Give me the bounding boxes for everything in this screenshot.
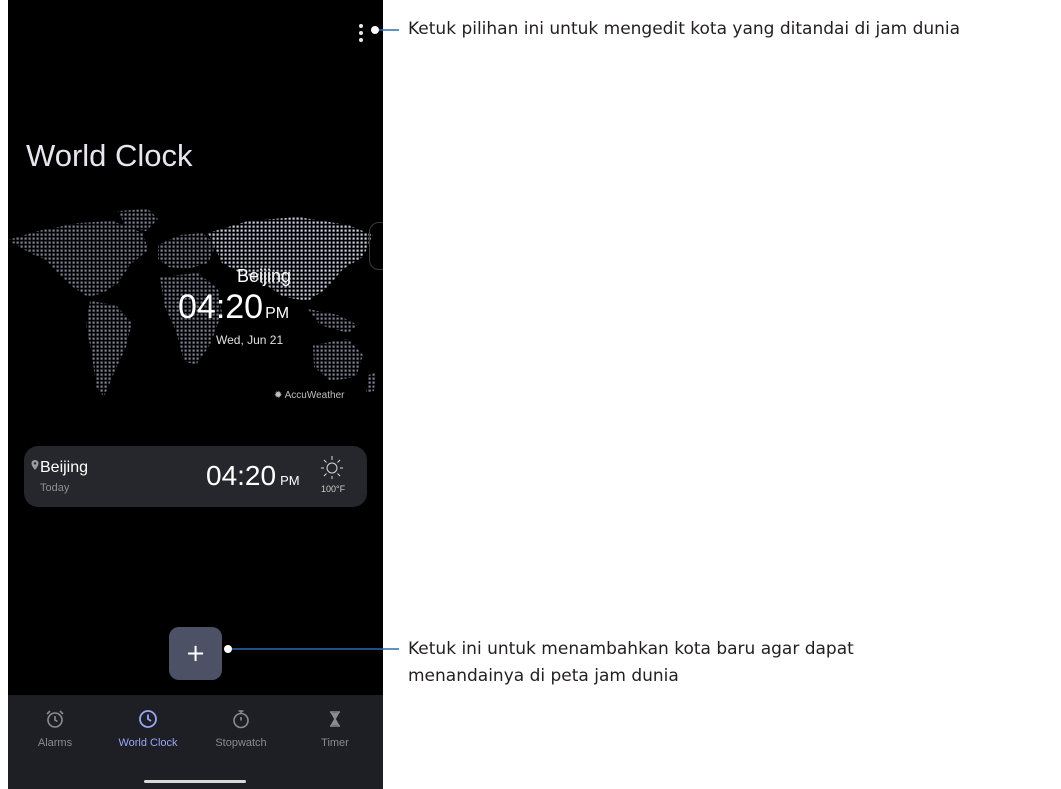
callout-add-line1: Ketuk ini untuk menambahkan kota baru ag… <box>408 639 854 659</box>
callout-add-text: Ketuk ini untuk menambahkan kota baru ag… <box>408 636 854 690</box>
callout-menu-text: Ketuk pilihan ini untuk mengedit kota ya… <box>408 19 961 39</box>
callout-add-line2: menandainya di peta jam dunia <box>408 666 679 686</box>
